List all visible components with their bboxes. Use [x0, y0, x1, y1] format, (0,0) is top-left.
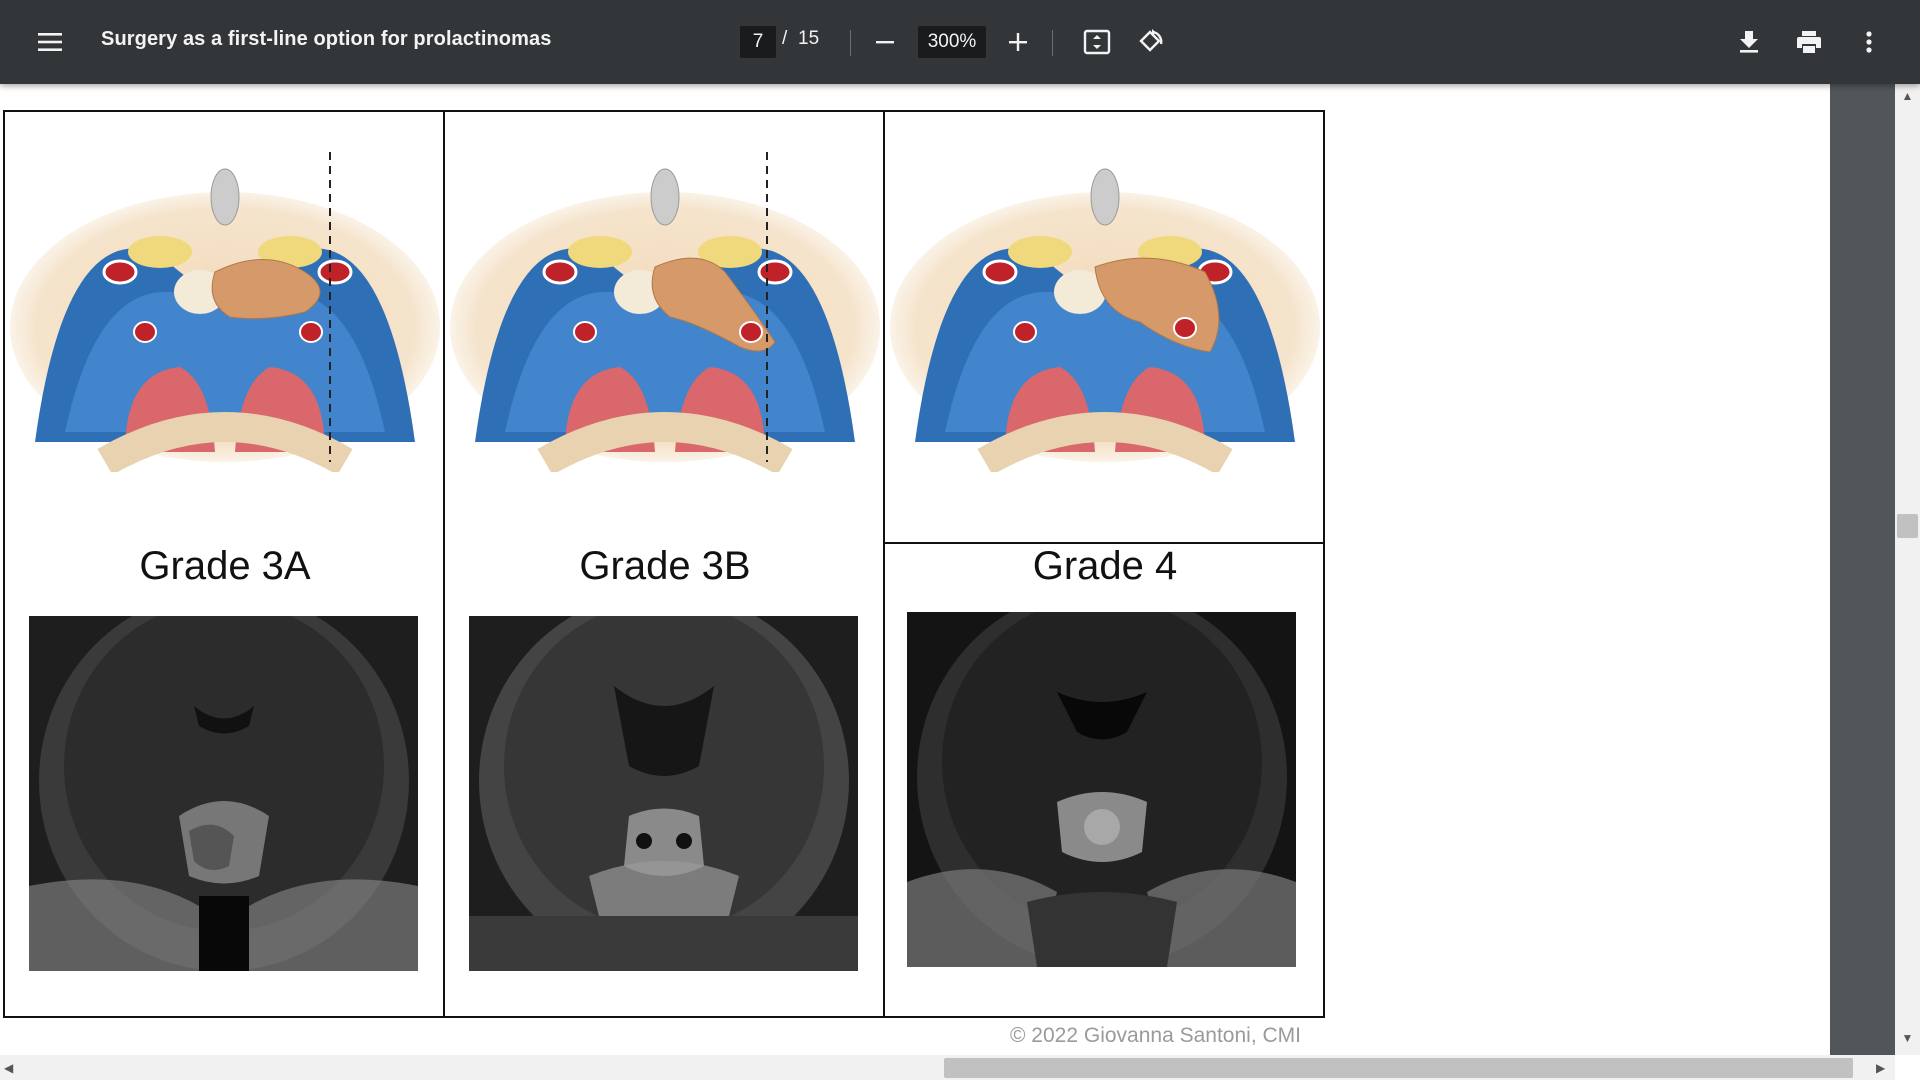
scroll-right-arrow[interactable]: ▶ — [1876, 1058, 1892, 1078]
mri-scan-grade-4 — [907, 612, 1296, 967]
pdf-viewer[interactable]: Grade 3A Grade 3B Grade 4 © 2022 Giovann… — [0, 84, 1830, 1055]
page-separator: / — [782, 28, 788, 49]
menu-button[interactable] — [26, 18, 74, 66]
more-options-button[interactable] — [1845, 18, 1893, 66]
scroll-left-arrow[interactable]: ◀ — [4, 1058, 20, 1078]
panel-grade-3a: Grade 3A — [3, 110, 443, 1018]
page-total: 15 — [798, 28, 820, 49]
zoom-in-icon — [1009, 33, 1027, 51]
sinus-illustration-grade-3a — [10, 152, 440, 472]
print-button[interactable] — [1785, 18, 1833, 66]
zoom-level-input[interactable]: 300% — [918, 26, 986, 58]
vertical-scrollbar[interactable] — [1895, 84, 1920, 1055]
mri-scan-grade-3a — [29, 616, 418, 971]
fit-page-icon — [1083, 29, 1111, 55]
download-icon — [1740, 31, 1758, 53]
toolbar-divider — [1052, 30, 1053, 56]
sinus-illustration-grade-4 — [890, 168, 1320, 472]
fit-to-page-button[interactable] — [1073, 18, 1121, 66]
grading-figure: Grade 3A Grade 3B Grade 4 — [3, 110, 1326, 1018]
panel-caption: Grade 3A — [139, 544, 311, 588]
toolbar-divider — [850, 30, 851, 56]
pdf-page: Grade 3A Grade 3B Grade 4 © 2022 Giovann… — [0, 84, 1830, 1055]
download-button[interactable] — [1725, 18, 1773, 66]
more-vert-icon — [1866, 31, 1872, 53]
vertical-scroll-thumb[interactable] — [1897, 514, 1918, 538]
rotate-icon — [1139, 29, 1163, 52]
panel-grade-4: Grade 4 — [883, 110, 1325, 588]
mri-scan-grade-3b — [469, 616, 858, 971]
panel-caption: Grade 3B — [579, 544, 751, 588]
zoom-out-icon — [876, 41, 894, 44]
zoom-out-button[interactable] — [861, 18, 909, 66]
scroll-down-arrow[interactable]: ▼ — [1897, 1030, 1918, 1046]
document-title: Surgery as a first-line option for prola… — [101, 28, 552, 50]
zoom-in-button[interactable] — [994, 18, 1042, 66]
print-icon — [1797, 31, 1821, 53]
rotate-button[interactable] — [1127, 18, 1175, 66]
pdf-toolbar: Surgery as a first-line option for prola… — [0, 0, 1920, 84]
scroll-up-arrow[interactable]: ▲ — [1897, 88, 1918, 104]
copyright-notice: © 2022 Giovanna Santoni, CMI — [1010, 1024, 1301, 1047]
panel-grade-4-lower — [883, 540, 1325, 1018]
sinus-illustration-grade-3b — [450, 152, 880, 472]
menu-icon — [38, 33, 62, 51]
horizontal-scroll-thumb[interactable] — [944, 1058, 1853, 1078]
page-number-input[interactable]: 7 — [740, 26, 776, 58]
panel-grade-3b: Grade 3B — [443, 110, 883, 1018]
